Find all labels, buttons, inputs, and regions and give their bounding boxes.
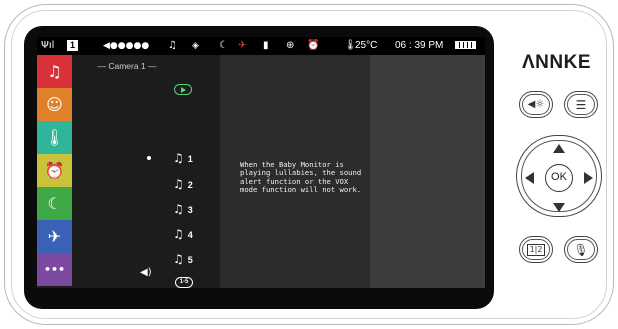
camera-label: — Camera 1 — bbox=[97, 61, 157, 71]
monitor-screen: Ψıl 1 ◀●●●●● ♫ ◈ ☾ ✈ ▮ ⊕ ⏰ 🌡 25°C 06 : 3… bbox=[37, 37, 485, 288]
sidebar-item-baby-face[interactable]: ☺ bbox=[37, 88, 72, 121]
signal-icon: Ψıl bbox=[41, 40, 55, 51]
music-note-icon: ♫ bbox=[173, 227, 184, 241]
volume-level-indicator: ◀●●●●● bbox=[103, 41, 150, 51]
lullaby-warning-message: When the Baby Monitor is playing lullabi… bbox=[240, 160, 362, 195]
right-arrow-button[interactable] bbox=[584, 172, 593, 184]
night-mode-icon: ☾ bbox=[219, 40, 228, 51]
time-readout: 06 : 39 PM bbox=[395, 40, 444, 51]
activity-icon: ✈ bbox=[238, 40, 247, 51]
sidebar-item-more[interactable]: ••• bbox=[37, 253, 72, 286]
sd-card-icon: ▮ bbox=[263, 40, 269, 51]
sidebar-item-temperature[interactable]: 🌡 bbox=[37, 121, 72, 154]
runner-icon: ✈ bbox=[47, 227, 62, 246]
music-note-icon: ♫ bbox=[173, 151, 184, 165]
video-preview-area bbox=[370, 55, 485, 288]
alarm-clock-icon: ⏰ bbox=[44, 161, 65, 180]
sidebar-item-alarm[interactable]: ⏰ bbox=[37, 154, 72, 187]
baby-face-icon: ☺ bbox=[46, 95, 63, 114]
temperature-readout: 25°C bbox=[355, 40, 378, 51]
zoom-icon: ⊕ bbox=[286, 40, 295, 51]
lullaby-item[interactable]: ♫ 1 bbox=[173, 151, 193, 165]
music-note-icon: ♫ bbox=[173, 202, 184, 216]
music-note-icon: ♫ bbox=[173, 252, 184, 266]
ok-button[interactable]: OK bbox=[545, 164, 573, 192]
music-note-icon: ♫ bbox=[173, 177, 184, 191]
battery-icon bbox=[455, 41, 476, 49]
up-arrow-button[interactable] bbox=[553, 144, 565, 153]
menu-button[interactable]: ☰ bbox=[564, 91, 598, 118]
speaker-volume-icon[interactable]: ◀) bbox=[140, 267, 152, 278]
camera-number-badge: 1 bbox=[67, 40, 79, 51]
vox-mode-icon: ◈ bbox=[192, 41, 199, 51]
sidebar-menu: ♫ ☺ 🌡 ⏰ ☾ ✈ ••• bbox=[37, 55, 72, 288]
lullaby-item[interactable]: ♫ 2 bbox=[173, 177, 193, 191]
sidebar-item-activity[interactable]: ✈ bbox=[37, 220, 72, 253]
message-panel: When the Baby Monitor is playing lullabi… bbox=[220, 55, 370, 288]
down-arrow-button[interactable] bbox=[553, 203, 565, 212]
alarm-icon: ⏰ bbox=[307, 40, 320, 51]
lullaby-item[interactable]: ♫ 4 bbox=[173, 227, 193, 241]
lullaby-item[interactable]: ♫ 5 bbox=[173, 252, 193, 266]
thermometer-icon: 🌡 bbox=[44, 128, 65, 147]
microphone-button[interactable]: 🎙 bbox=[564, 236, 598, 263]
play-button[interactable] bbox=[174, 84, 192, 95]
talk-volume-button[interactable]: ◀☼ bbox=[519, 91, 553, 118]
lullaby-item[interactable]: ♫ 3 bbox=[173, 202, 193, 216]
more-icon: ••• bbox=[43, 263, 66, 276]
loop-mode-button[interactable]: 1-5 bbox=[175, 277, 193, 288]
left-arrow-button[interactable] bbox=[525, 172, 534, 184]
split-screen-button[interactable]: 1|2 bbox=[519, 236, 553, 263]
brand-logo: ΛNNKE bbox=[522, 52, 592, 73]
music-note-icon: ♫ bbox=[168, 40, 177, 51]
sidebar-item-lullaby[interactable]: ♫ bbox=[37, 55, 72, 88]
status-bar: Ψıl 1 ◀●●●●● ♫ ◈ ☾ ✈ ▮ ⊕ ⏰ 🌡 25°C 06 : 3… bbox=[37, 37, 485, 55]
selected-indicator bbox=[147, 156, 151, 160]
music-note-icon: ♫ bbox=[47, 62, 62, 81]
moon-icon: ☾ bbox=[47, 194, 62, 213]
lullaby-list-panel: — Camera 1 — ♫ 1 ♫ 2 ♫ 3 ♫ 4 ♫ 5 1-5 bbox=[72, 55, 220, 288]
sidebar-item-night-mode[interactable]: ☾ bbox=[37, 187, 72, 220]
